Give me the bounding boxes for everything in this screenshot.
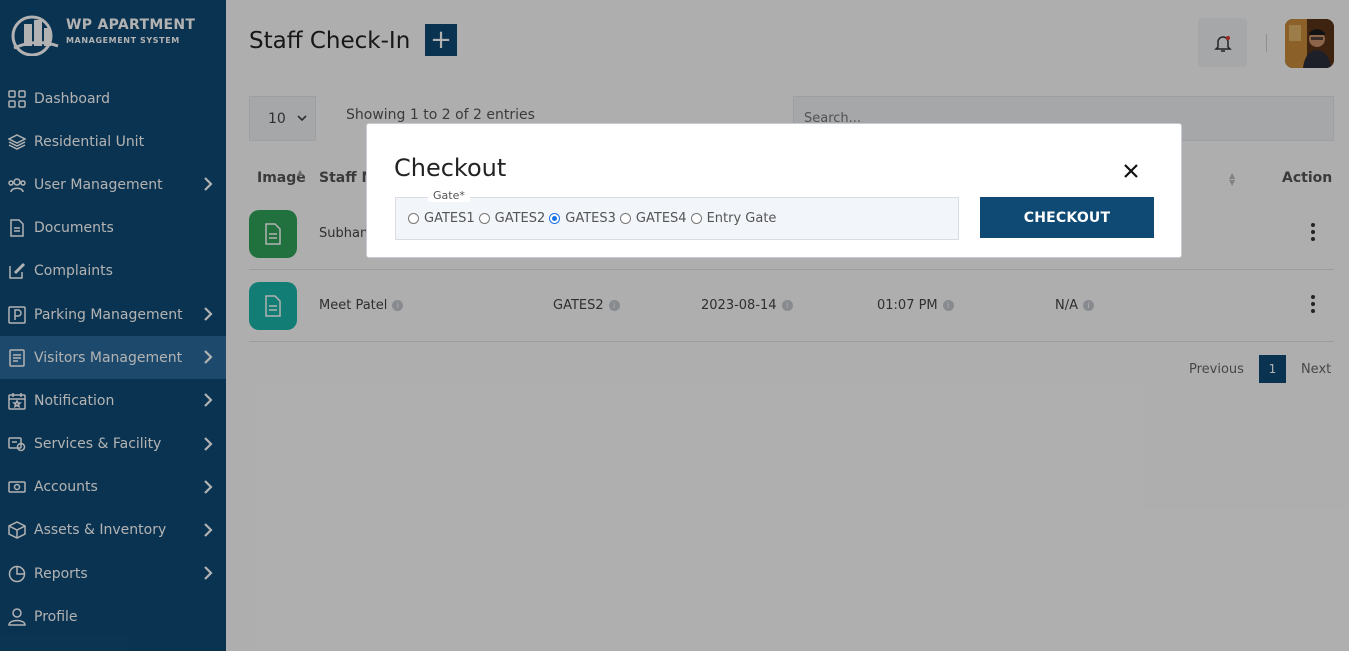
gate-option-label: GATES4 [635, 211, 687, 226]
modal-backdrop[interactable] [0, 0, 1349, 651]
gate-options: GATES1 GATES2 GATES3 GATES4 Entry Gate [408, 211, 780, 226]
radio-button[interactable] [478, 213, 490, 224]
checkout-button[interactable]: CHECKOUT [980, 197, 1154, 238]
gate-option-label: GATES2 [494, 211, 546, 226]
modal-title: Checkout [394, 154, 507, 182]
radio-button-selected[interactable] [549, 213, 561, 224]
gate-option-gates3[interactable]: GATES3 [549, 211, 616, 226]
close-icon[interactable] [1123, 163, 1139, 179]
gate-option-label: Entry Gate [706, 211, 777, 226]
radio-button[interactable] [690, 213, 702, 224]
radio-button[interactable] [408, 213, 419, 224]
gate-option-entry-gate[interactable]: Entry Gate [690, 211, 777, 226]
gate-option-label: GATES1 [424, 211, 475, 226]
gate-option-gates2[interactable]: GATES2 [478, 211, 546, 226]
gate-radio-group: Gate* GATES1 GATES2 GATES3 GATES4 Entry … [395, 189, 959, 240]
radio-button[interactable] [619, 213, 631, 224]
app-root: WP APARTMENT MANAGEMENT SYSTEM Dashboard… [0, 0, 1349, 651]
gate-option-label: GATES3 [565, 211, 616, 226]
gate-option-gates4[interactable]: GATES4 [619, 211, 687, 226]
checkout-modal: Checkout Gate* GATES1 GATES2 GATES3 GATE… [366, 123, 1182, 258]
gate-legend: Gate* [428, 189, 470, 202]
gate-option-gates1[interactable]: GATES1 [408, 211, 475, 226]
